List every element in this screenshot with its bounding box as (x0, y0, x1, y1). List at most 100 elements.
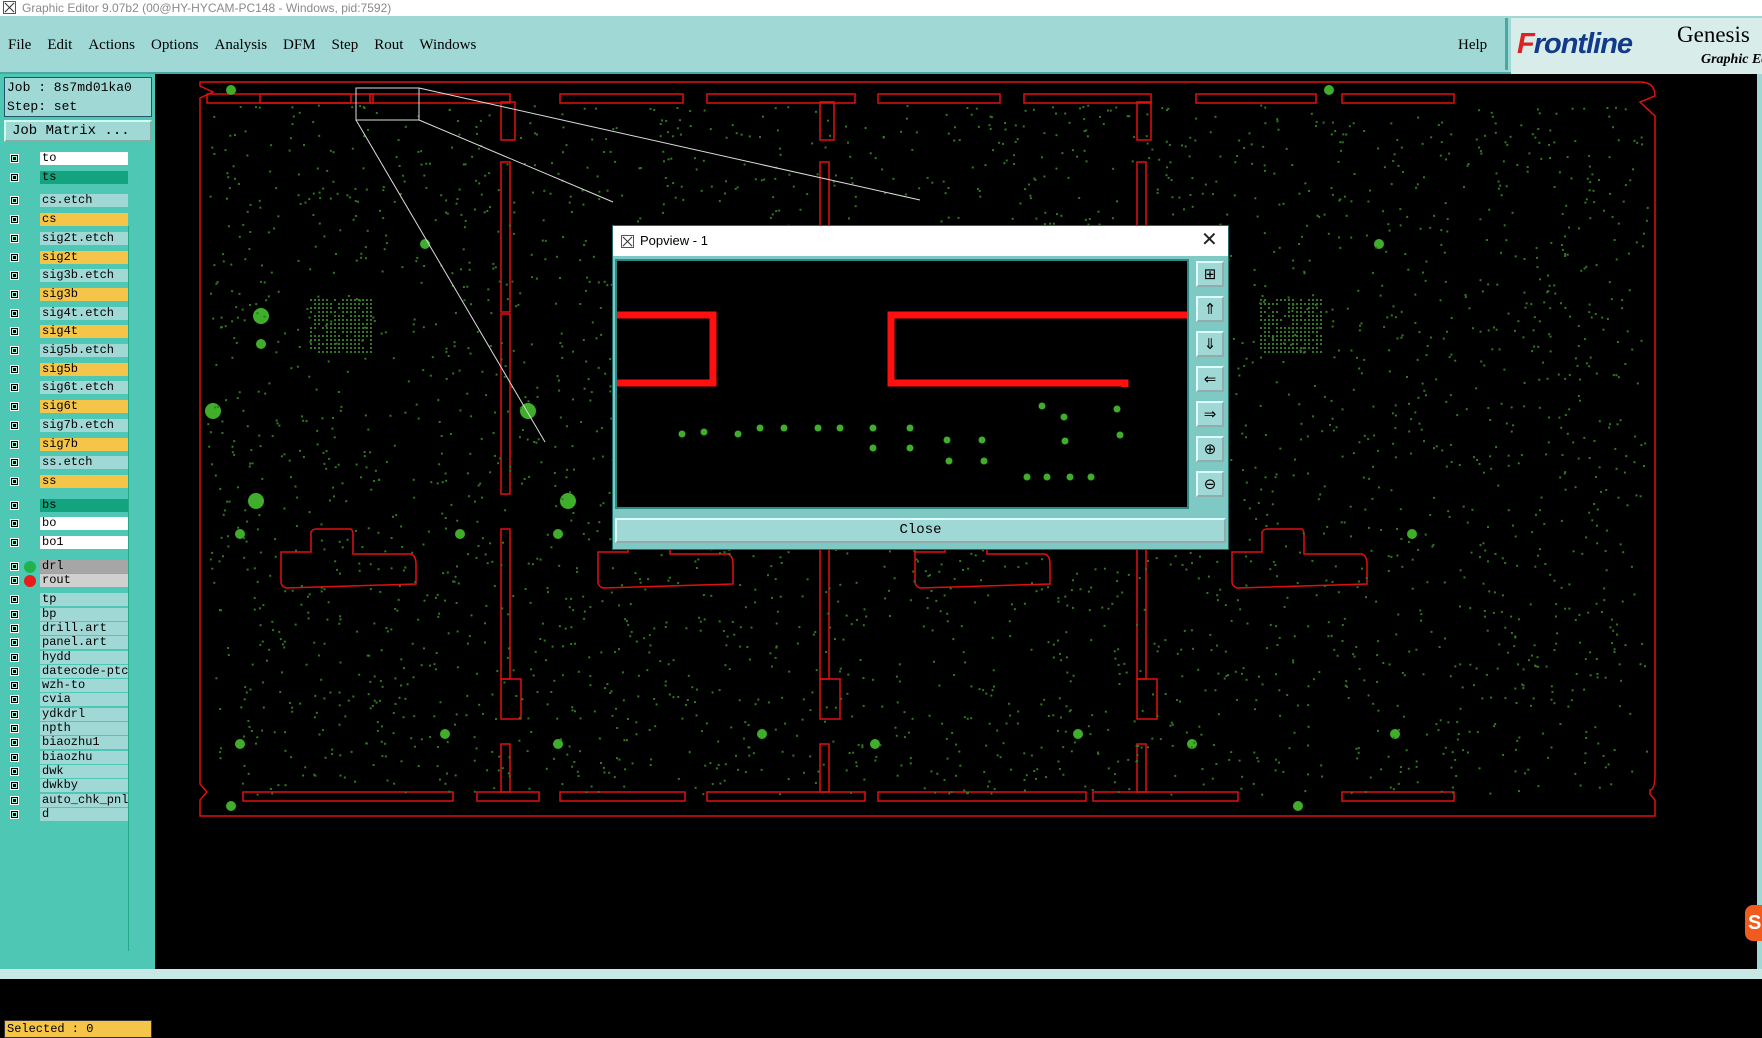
layer-name[interactable]: d (40, 807, 128, 821)
layer-row-ss[interactable]: ss (6, 474, 128, 489)
layer-row-panel-art[interactable]: panel.art (6, 636, 128, 650)
layer-checkbox[interactable] (10, 233, 19, 243)
layer-checkbox[interactable] (10, 695, 19, 705)
layer-row-ts[interactable]: ts (6, 170, 128, 185)
layer-name[interactable]: cs (40, 213, 128, 227)
layer-checkbox[interactable] (10, 652, 19, 662)
layer-row-hydd[interactable]: hydd (6, 650, 128, 665)
layer-name[interactable]: sig5b (40, 362, 128, 376)
layer-row-bs[interactable]: bs (6, 498, 128, 513)
menu-step[interactable]: Step (332, 37, 359, 54)
layer-name[interactable]: rout (40, 574, 128, 587)
layer-checkbox[interactable] (10, 709, 19, 719)
layer-checkbox[interactable] (10, 519, 19, 529)
layer-name[interactable]: sig5b.etch (40, 344, 128, 357)
pan-right-icon[interactable]: ⇒ (1196, 401, 1224, 427)
menu-actions[interactable]: Actions (88, 37, 135, 54)
menu-help[interactable]: Help (1458, 37, 1487, 54)
layer-checkbox[interactable] (10, 402, 19, 412)
layer-row-sig4t[interactable]: sig4t (6, 325, 128, 339)
layer-checkbox[interactable] (10, 439, 19, 449)
layer-row-npth[interactable]: npth (6, 722, 128, 736)
job-matrix-button[interactable]: Job Matrix ... (4, 120, 152, 142)
layer-name[interactable]: ts (40, 170, 128, 184)
layer-row-sig4t-etch[interactable]: sig4t.etch (6, 306, 128, 321)
layer-checkbox[interactable] (10, 271, 19, 281)
layer-name[interactable]: sig7b (40, 437, 128, 451)
zoom-in-icon[interactable]: ⊕ (1196, 436, 1224, 462)
layer-name[interactable]: cs.etch (40, 194, 128, 208)
layer-name[interactable]: npth (40, 722, 128, 735)
layer-checkbox[interactable] (10, 364, 19, 374)
pan-down-icon[interactable]: ⇓ (1196, 331, 1224, 357)
layer-row-sig5b[interactable]: sig5b (6, 362, 128, 377)
menu-options[interactable]: Options (151, 37, 199, 54)
menu-rout[interactable]: Rout (374, 37, 403, 54)
layer-row-bo[interactable]: bo (6, 517, 128, 531)
layer-list-scrollbar[interactable] (128, 226, 155, 951)
pan-up-icon[interactable]: ⇑ (1196, 296, 1224, 322)
menu-edit[interactable]: Edit (47, 37, 72, 54)
layer-name[interactable]: sig4t.etch (40, 306, 128, 320)
layer-row-d[interactable]: d (6, 807, 128, 822)
layer-name[interactable]: sig3b (40, 287, 128, 301)
zoom-fit-icon[interactable]: ⊞ (1196, 261, 1224, 287)
layer-checkbox[interactable] (10, 752, 19, 762)
layer-row-bo1[interactable]: bo1 (6, 536, 128, 550)
popview-close-button[interactable]: Close (615, 518, 1226, 543)
layer-name[interactable]: auto_chk_pnl (40, 793, 128, 807)
layer-name[interactable]: panel.art (40, 636, 128, 650)
layer-name[interactable]: hydd (40, 650, 128, 664)
menu-file[interactable]: File (8, 37, 31, 54)
layer-checkbox[interactable] (10, 346, 19, 355)
layer-row-sig7b-etch[interactable]: sig7b.etch (6, 418, 128, 433)
layer-row-dwkby[interactable]: dwkby (6, 779, 128, 793)
menu-dfm[interactable]: DFM (283, 37, 316, 54)
layer-name[interactable]: sig6t (40, 400, 128, 414)
layer-name[interactable]: bp (40, 607, 128, 621)
menu-analysis[interactable]: Analysis (215, 37, 268, 54)
layer-checkbox[interactable] (10, 666, 19, 676)
layer-name[interactable]: biaozhu1 (40, 736, 128, 750)
layer-row-sig6t[interactable]: sig6t (6, 400, 128, 414)
layer-name[interactable]: bo (40, 517, 128, 531)
layer-checkbox[interactable] (10, 252, 19, 262)
layer-name[interactable]: wzh-to (40, 679, 128, 693)
layer-name[interactable]: sig2t.etch (40, 231, 128, 245)
layer-row-sig5b-etch[interactable]: sig5b.etch (6, 344, 128, 358)
layer-row-sig7b[interactable]: sig7b (6, 437, 128, 452)
layer-row-auto-chk-pnl[interactable]: auto_chk_pnl (6, 793, 128, 808)
layer-name[interactable]: sig3b.etch (40, 269, 128, 283)
layer-row-biaozhu[interactable]: biaozhu (6, 750, 128, 765)
layer-checkbox[interactable] (10, 327, 19, 337)
layer-row-rout[interactable]: rout (6, 574, 128, 588)
layer-row-ss-etch[interactable]: ss.etch (6, 456, 128, 470)
layer-name[interactable]: drl (40, 559, 128, 573)
layer-checkbox[interactable] (10, 809, 19, 819)
layer-name[interactable]: drill.art (40, 621, 128, 635)
popview-canvas[interactable] (615, 259, 1189, 509)
layer-checkbox[interactable] (10, 766, 19, 776)
layer-row-drl[interactable]: drl (6, 559, 128, 574)
layer-row-to[interactable]: to (6, 152, 128, 166)
layer-name[interactable]: datecode-ptc (40, 664, 128, 678)
layer-checkbox[interactable] (10, 576, 19, 585)
layer-name[interactable]: sig7b.etch (40, 418, 128, 432)
layer-row-sig3b[interactable]: sig3b (6, 287, 128, 302)
layer-checkbox[interactable] (10, 215, 19, 225)
layer-checkbox[interactable] (10, 420, 19, 430)
layer-checkbox[interactable] (10, 795, 19, 805)
layer-checkbox[interactable] (10, 638, 19, 648)
layer-row-cvia[interactable]: cvia (6, 693, 128, 707)
layer-checkbox[interactable] (10, 196, 19, 206)
layer-name[interactable]: sig4t (40, 325, 128, 339)
layer-name[interactable]: tp (40, 593, 128, 607)
layer-name[interactable]: to (40, 152, 128, 165)
layer-row-sig2t[interactable]: sig2t (6, 250, 128, 265)
layer-name[interactable]: biaozhu (40, 750, 128, 764)
layer-row-ydkdrl[interactable]: ydkdrl (6, 707, 128, 722)
layer-checkbox[interactable] (10, 172, 19, 182)
popview-close-x-icon[interactable]: ✕ (1201, 226, 1218, 254)
menu-windows[interactable]: Windows (419, 37, 476, 54)
layer-name[interactable]: ss (40, 474, 128, 488)
